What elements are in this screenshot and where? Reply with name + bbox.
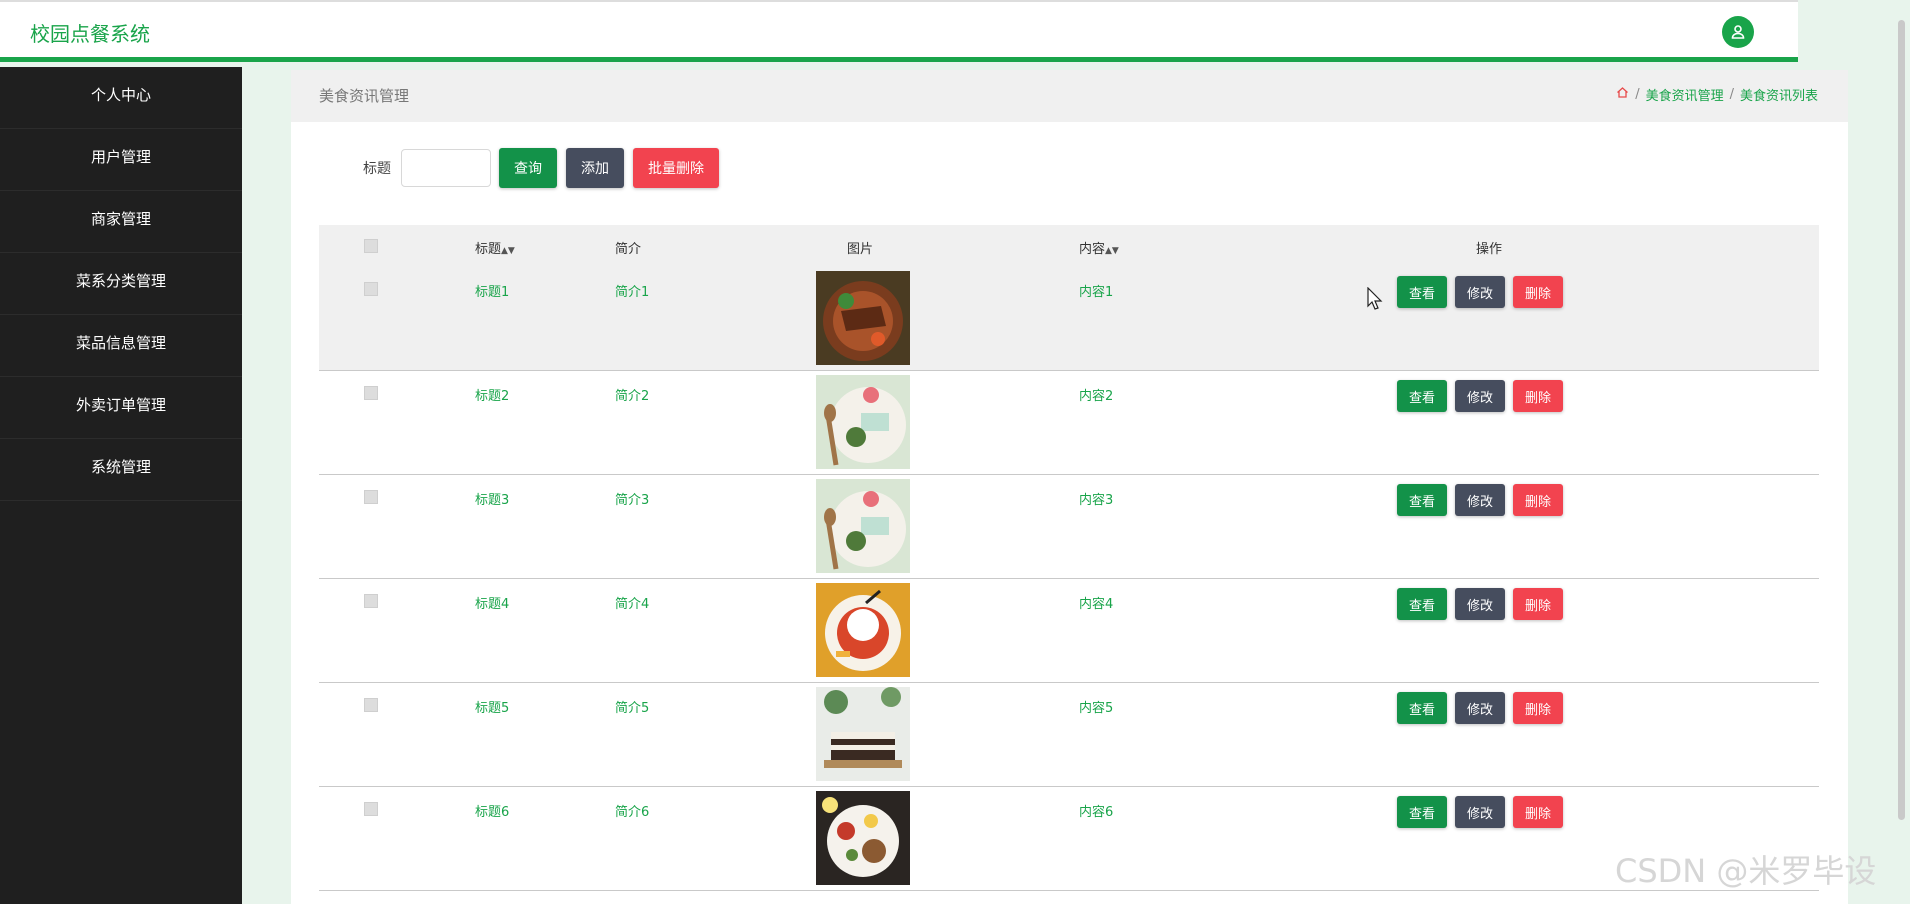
row-actions: 查看 修改 删除 bbox=[1397, 380, 1571, 412]
title-search-input[interactable] bbox=[401, 149, 491, 187]
food-photo-2 bbox=[816, 375, 910, 469]
search-bar: 标题 查询 添加 批量删除 bbox=[363, 148, 728, 188]
news-table: 标题▲▼ 简介 图片 内容▲▼ 操作 标题1 简介1 内容1 查看 修改 删除 … bbox=[319, 225, 1819, 891]
row-title: 标题2 bbox=[475, 389, 510, 404]
breadcrumb-item[interactable]: 美食资讯列表 bbox=[1740, 85, 1818, 104]
edit-button[interactable]: 修改 bbox=[1455, 692, 1506, 724]
row-actions: 查看 修改 删除 bbox=[1397, 276, 1571, 308]
row-intro: 简介5 bbox=[615, 701, 650, 716]
delete-button[interactable]: 删除 bbox=[1513, 380, 1564, 412]
food-photo-4 bbox=[816, 583, 910, 677]
view-button[interactable]: 查看 bbox=[1397, 588, 1448, 620]
table-row: 标题5 简介5 内容5 查看 修改 删除 bbox=[319, 683, 1819, 787]
sidebar-item-dish-info[interactable]: 菜品信息管理 bbox=[0, 315, 242, 377]
row-content: 内容5 bbox=[1079, 701, 1114, 716]
row-title: 标题3 bbox=[475, 493, 510, 508]
table-header-row: 标题▲▼ 简介 图片 内容▲▼ 操作 bbox=[319, 225, 1819, 267]
row-content: 内容6 bbox=[1079, 805, 1114, 820]
sort-icon[interactable]: ▲▼ bbox=[1105, 246, 1119, 256]
query-button[interactable]: 查询 bbox=[499, 148, 557, 188]
row-checkbox[interactable] bbox=[364, 802, 378, 816]
table-row: 标题2 简介2 内容2 查看 修改 删除 bbox=[319, 371, 1819, 475]
view-button[interactable]: 查看 bbox=[1397, 692, 1448, 724]
watermark: CSDN @米罗毕设 bbox=[1615, 852, 1877, 890]
edit-button[interactable]: 修改 bbox=[1455, 588, 1506, 620]
sidebar: 个人中心 用户管理 商家管理 菜系分类管理 菜品信息管理 外卖订单管理 系统管理 bbox=[0, 67, 242, 904]
breadcrumb: / 美食资讯管理 / 美食资讯列表 bbox=[1616, 85, 1818, 104]
food-photo-1 bbox=[816, 271, 910, 365]
row-intro: 简介3 bbox=[615, 493, 650, 508]
row-intro: 简介1 bbox=[615, 285, 650, 300]
search-label: 标题 bbox=[363, 161, 391, 177]
top-header: 校园点餐系统 bbox=[0, 0, 1798, 62]
row-actions: 查看 修改 删除 bbox=[1397, 692, 1571, 724]
delete-button[interactable]: 删除 bbox=[1513, 588, 1564, 620]
row-content: 内容2 bbox=[1079, 389, 1114, 404]
food-photo-5 bbox=[816, 687, 910, 781]
row-content: 内容1 bbox=[1079, 285, 1114, 300]
home-icon[interactable] bbox=[1616, 86, 1629, 103]
row-title: 标题1 bbox=[475, 285, 510, 300]
edit-button[interactable]: 修改 bbox=[1455, 276, 1506, 308]
page-title: 美食资讯管理 bbox=[319, 87, 410, 105]
view-button[interactable]: 查看 bbox=[1397, 380, 1448, 412]
view-button[interactable]: 查看 bbox=[1397, 484, 1448, 516]
breadcrumb-item[interactable]: 美食资讯管理 bbox=[1646, 85, 1724, 104]
edit-button[interactable]: 修改 bbox=[1455, 796, 1506, 828]
row-intro: 简介6 bbox=[615, 805, 650, 820]
breadcrumb-separator: / bbox=[1635, 87, 1640, 102]
delete-button[interactable]: 删除 bbox=[1513, 796, 1564, 828]
table-row: 标题3 简介3 内容3 查看 修改 删除 bbox=[319, 475, 1819, 579]
sidebar-item-takeout-orders[interactable]: 外卖订单管理 bbox=[0, 377, 242, 439]
row-checkbox[interactable] bbox=[364, 698, 378, 712]
row-checkbox[interactable] bbox=[364, 282, 378, 296]
batch-delete-button[interactable]: 批量删除 bbox=[633, 148, 719, 188]
view-button[interactable]: 查看 bbox=[1397, 796, 1448, 828]
row-title: 标题6 bbox=[475, 805, 510, 820]
header-ops: 操作 bbox=[1476, 242, 1503, 257]
row-checkbox[interactable] bbox=[364, 594, 378, 608]
edit-button[interactable]: 修改 bbox=[1455, 380, 1506, 412]
delete-button[interactable]: 删除 bbox=[1513, 484, 1564, 516]
user-avatar-icon[interactable] bbox=[1722, 16, 1754, 48]
row-intro: 简介4 bbox=[615, 597, 650, 612]
row-title: 标题5 bbox=[475, 701, 510, 716]
row-checkbox[interactable] bbox=[364, 490, 378, 504]
food-photo-3 bbox=[816, 479, 910, 573]
row-actions: 查看 修改 删除 bbox=[1397, 484, 1571, 516]
sidebar-item-user-management[interactable]: 用户管理 bbox=[0, 129, 242, 191]
row-actions: 查看 修改 删除 bbox=[1397, 588, 1571, 620]
row-content: 内容3 bbox=[1079, 493, 1114, 508]
table-row: 标题6 简介6 内容6 查看 修改 删除 bbox=[319, 787, 1819, 891]
app-title: 校园点餐系统 bbox=[30, 22, 150, 46]
food-photo-6 bbox=[816, 791, 910, 885]
sort-icon[interactable]: ▲▼ bbox=[501, 246, 515, 256]
row-actions: 查看 修改 删除 bbox=[1397, 796, 1571, 828]
table-row: 标题1 简介1 内容1 查看 修改 删除 bbox=[319, 267, 1819, 371]
view-button[interactable]: 查看 bbox=[1397, 276, 1448, 308]
sidebar-item-cuisine-category[interactable]: 菜系分类管理 bbox=[0, 253, 242, 315]
add-button[interactable]: 添加 bbox=[566, 148, 624, 188]
sidebar-item-personal-center[interactable]: 个人中心 bbox=[0, 67, 242, 129]
page-topbar: 美食资讯管理 / 美食资讯管理 / 美食资讯列表 bbox=[291, 70, 1848, 122]
mouse-cursor-icon bbox=[1367, 286, 1383, 315]
header-content[interactable]: 内容▲▼ bbox=[1079, 238, 1119, 257]
header-title[interactable]: 标题▲▼ bbox=[475, 238, 515, 257]
header-image: 图片 bbox=[847, 242, 874, 257]
select-all-checkbox[interactable] bbox=[364, 239, 378, 253]
table-row: 标题4 简介4 内容4 查看 修改 删除 bbox=[319, 579, 1819, 683]
delete-button[interactable]: 删除 bbox=[1513, 276, 1564, 308]
vertical-scrollbar[interactable] bbox=[1898, 20, 1905, 820]
row-content: 内容4 bbox=[1079, 597, 1114, 612]
edit-button[interactable]: 修改 bbox=[1455, 484, 1506, 516]
delete-button[interactable]: 删除 bbox=[1513, 692, 1564, 724]
row-title: 标题4 bbox=[475, 597, 510, 612]
breadcrumb-separator: / bbox=[1729, 87, 1734, 102]
row-checkbox[interactable] bbox=[364, 386, 378, 400]
header-intro: 简介 bbox=[615, 242, 642, 257]
sidebar-item-merchant-management[interactable]: 商家管理 bbox=[0, 191, 242, 253]
sidebar-item-system-management[interactable]: 系统管理 bbox=[0, 439, 242, 501]
row-intro: 简介2 bbox=[615, 389, 650, 404]
main-panel: 美食资讯管理 / 美食资讯管理 / 美食资讯列表 标题 查询 添加 批量删除 标… bbox=[291, 70, 1848, 904]
